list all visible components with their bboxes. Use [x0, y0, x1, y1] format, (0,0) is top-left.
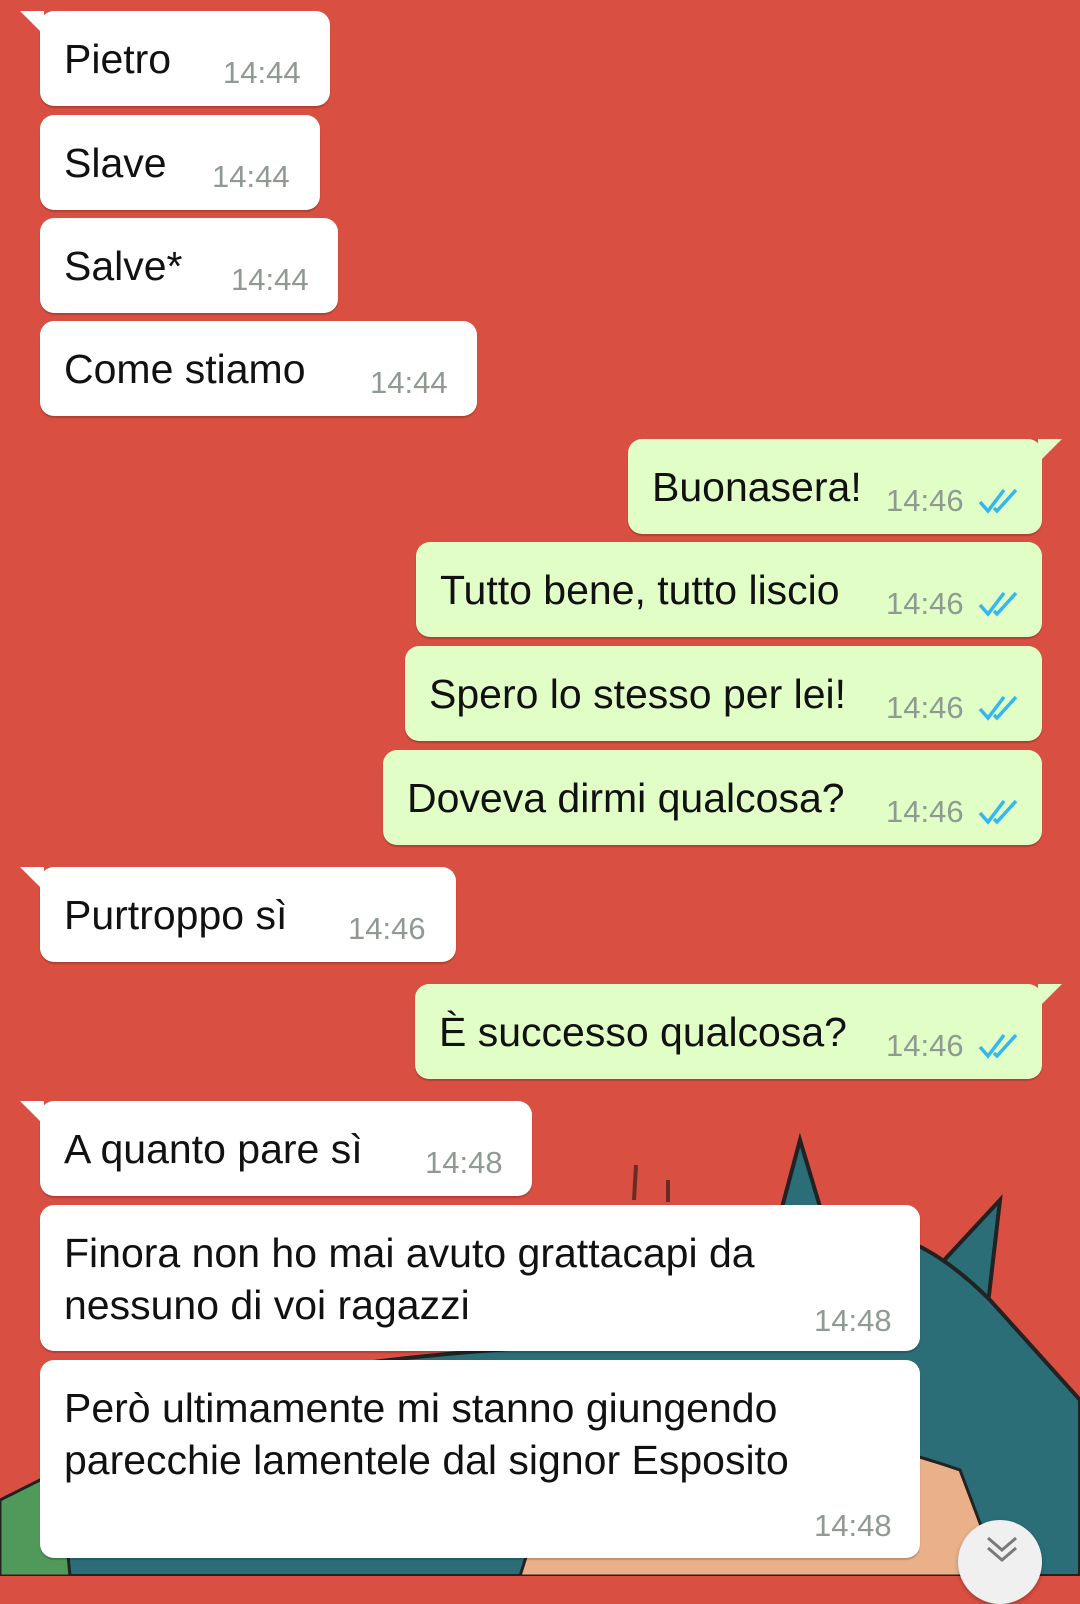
message-text: Pietro [64, 36, 172, 82]
message-bubble-incoming[interactable]: A quanto pare sì 14:48 [20, 1101, 532, 1196]
message-text: A quanto pare sì [64, 1126, 363, 1172]
message-bubble-incoming[interactable]: Purtroppo sì 14:46 [20, 867, 456, 962]
message-bubble-outgoing[interactable]: Doveva dirmi qualcosa? 14:46 [383, 750, 1042, 845]
message-timestamp: 14:44 [212, 159, 290, 194]
message-text: Però ultimamente mi stanno giungendo par… [64, 1385, 789, 1483]
message-timestamp: 14:46 [886, 690, 964, 725]
double-check-read-icon [978, 799, 1018, 825]
message-bubble-outgoing[interactable]: Buonasera! 14:46 [628, 439, 1062, 534]
message-timestamp: 14:48 [814, 1303, 892, 1338]
message-timestamp: 14:44 [223, 55, 301, 90]
message-bubble-outgoing[interactable]: Spero lo stesso per lei! 14:46 [405, 646, 1042, 741]
bubble-tail [20, 1101, 44, 1125]
double-check-read-icon [978, 695, 1018, 721]
message-bubble-incoming[interactable]: Finora non ho mai avuto grattacapi da ne… [40, 1205, 920, 1351]
message-bubble-outgoing[interactable]: È successo qualcosa? 14:46 [415, 984, 1062, 1079]
message-text: Buonasera! [652, 464, 862, 510]
message-timestamp: 14:48 [814, 1508, 892, 1543]
message-timestamp: 14:46 [886, 483, 964, 518]
message-timestamp: 14:44 [231, 262, 309, 297]
message-text: È successo qualcosa? [439, 1009, 847, 1055]
message-timestamp: 14:46 [886, 586, 964, 621]
message-text: Tutto bene, tutto liscio [440, 567, 840, 613]
message-bubble-incoming[interactable]: Però ultimamente mi stanno giungendo par… [40, 1360, 920, 1558]
message-bubble-incoming[interactable]: Salve* 14:44 [40, 218, 338, 313]
message-bubble-incoming[interactable]: Slave 14:44 [40, 115, 320, 210]
message-text: Purtroppo sì [64, 892, 288, 938]
bubble-tail [1038, 439, 1062, 463]
message-timestamp: 14:46 [886, 1028, 964, 1063]
message-timestamp: 14:48 [425, 1145, 503, 1180]
chevron-double-down-icon [987, 1536, 1017, 1562]
message-text: Come stiamo [64, 346, 306, 392]
message-text: Salve* [64, 243, 183, 289]
double-check-read-icon [978, 488, 1018, 514]
bubble-tail [1038, 984, 1062, 1008]
message-text: Doveva dirmi qualcosa? [407, 775, 845, 821]
message-bubble-incoming[interactable]: Pietro 14:44 [20, 11, 330, 106]
scroll-to-bottom-button[interactable] [958, 1520, 1042, 1604]
message-bubble-outgoing[interactable]: Tutto bene, tutto liscio 14:46 [416, 542, 1042, 637]
message-text: Slave [64, 140, 167, 186]
message-timestamp: 14:44 [370, 365, 448, 400]
message-timestamp: 14:46 [886, 794, 964, 829]
bubble-tail [20, 11, 44, 35]
message-text: Finora non ho mai avuto grattacapi da ne… [64, 1230, 755, 1328]
double-check-read-icon [978, 1033, 1018, 1059]
message-text: Spero lo stesso per lei! [429, 671, 847, 717]
message-timestamp: 14:46 [348, 911, 426, 946]
double-check-read-icon [978, 591, 1018, 617]
bubble-tail [20, 867, 44, 891]
message-bubble-incoming[interactable]: Come stiamo 14:44 [40, 321, 477, 416]
